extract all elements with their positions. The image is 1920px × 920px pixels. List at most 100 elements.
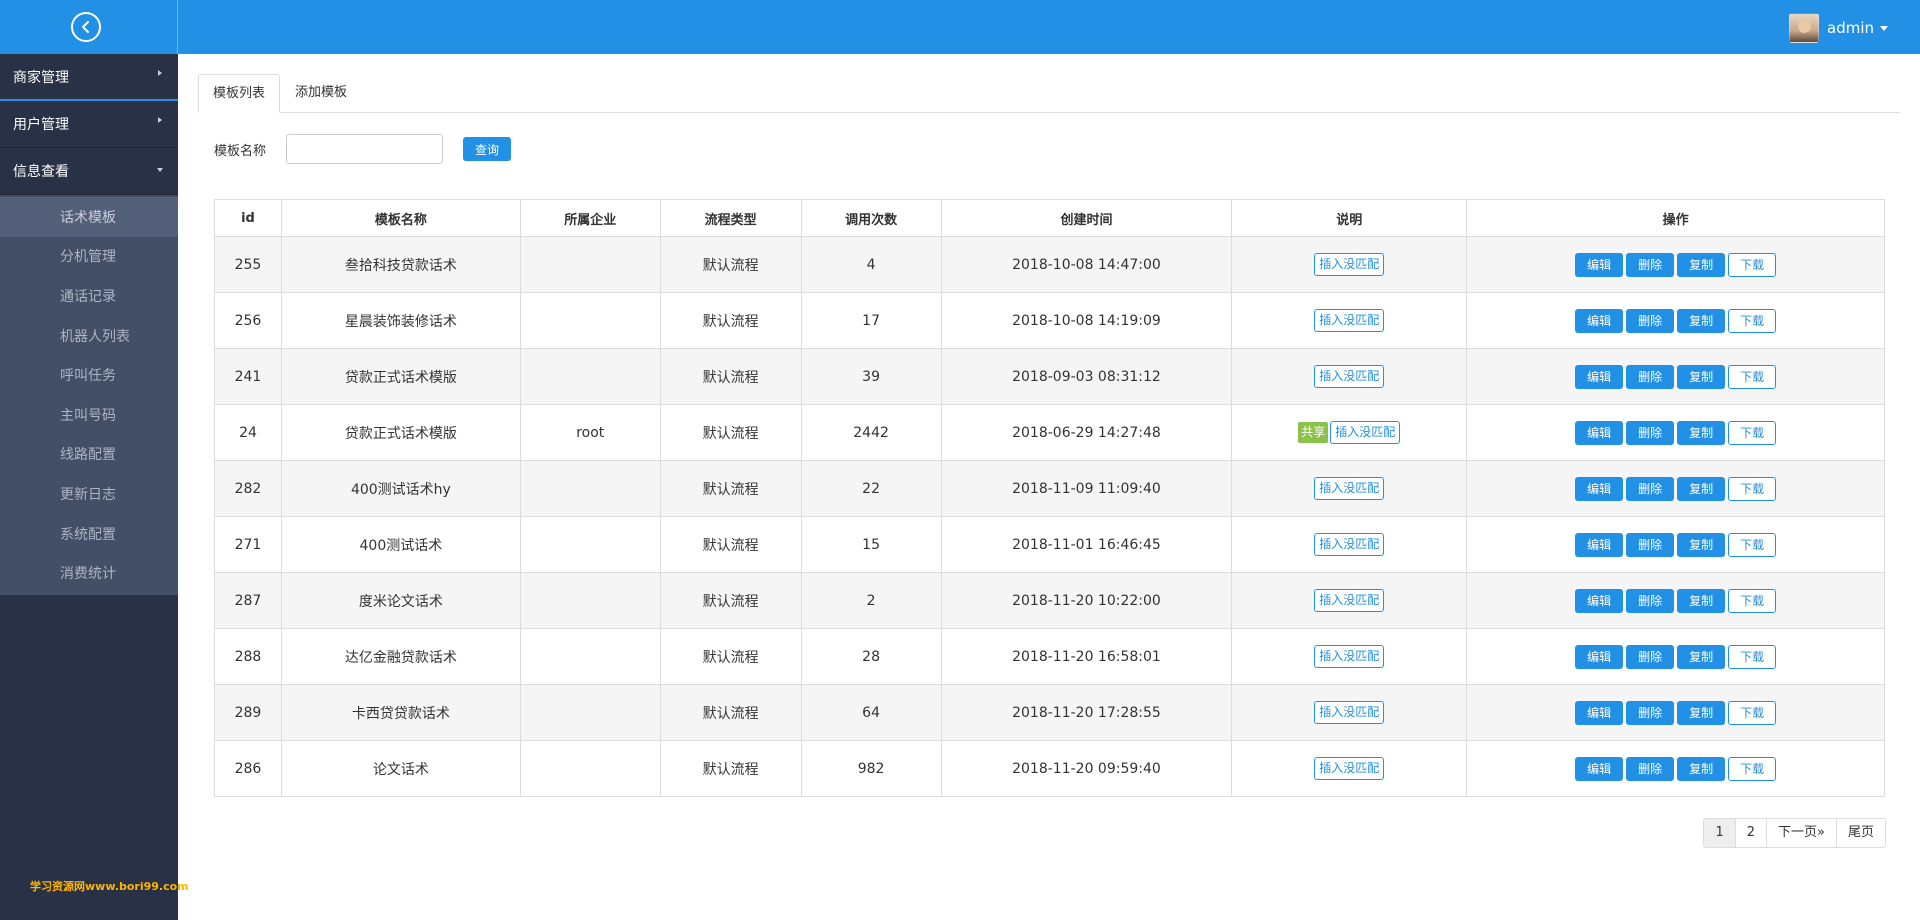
edit-button[interactable]: 编辑 <box>1575 420 1624 445</box>
download-button[interactable]: 下载 <box>1728 644 1777 669</box>
delete-button[interactable]: 删除 <box>1626 252 1675 277</box>
cell-actions: 编辑 删除 复制 下载 <box>1466 460 1885 517</box>
copy-button[interactable]: 复制 <box>1677 644 1726 669</box>
cell-call-count: 22 <box>800 460 942 517</box>
column-header: 所属企业 <box>519 199 661 237</box>
download-button[interactable]: 下载 <box>1728 756 1777 781</box>
copy-button[interactable]: 复制 <box>1677 308 1726 333</box>
edit-button[interactable]: 编辑 <box>1575 756 1624 781</box>
sidebar-group-info[interactable]: 信息查看 <box>0 148 178 195</box>
column-header: 流程类型 <box>659 199 802 237</box>
delete-button[interactable]: 删除 <box>1626 532 1675 557</box>
insert-unmatched-button[interactable]: 插入没匹配 <box>1314 533 1385 556</box>
cell-id: 255 <box>214 236 282 293</box>
download-button[interactable]: 下载 <box>1728 588 1777 613</box>
edit-button[interactable]: 编辑 <box>1575 700 1624 725</box>
delete-button[interactable]: 删除 <box>1626 756 1675 781</box>
insert-unmatched-button[interactable]: 插入没匹配 <box>1314 253 1385 276</box>
cell-call-count: 2442 <box>800 404 942 461</box>
download-button[interactable]: 下载 <box>1728 308 1777 333</box>
sidebar-item-label: 系统配置 <box>60 526 116 543</box>
sidebar-submenu: 话术模板 分机管理 通话记录 机器人列表 呼叫任务 主叫号码 线路配置 更新日志… <box>0 195 178 595</box>
cell-flow-type: 默认流程 <box>659 740 802 797</box>
search-button[interactable]: 查询 <box>463 137 512 161</box>
insert-unmatched-button[interactable]: 插入没匹配 <box>1314 701 1385 724</box>
sidebar-item-extensions[interactable]: 分机管理 <box>0 237 178 277</box>
tab-template-list[interactable]: 模板列表 <box>198 74 280 113</box>
sidebar-group-label: 商家管理 <box>13 69 69 86</box>
sidebar-item-consumption[interactable]: 消费统计 <box>0 553 178 593</box>
sidebar-item-robots[interactable]: 机器人列表 <box>0 316 178 356</box>
edit-button[interactable]: 编辑 <box>1575 588 1624 613</box>
table-row: 286 论文话术 默认流程 982 2018-11-20 09:59:40 插入没匹配 编辑… <box>214 740 1885 797</box>
cell-description: 插入没匹配 <box>1231 628 1468 685</box>
sidebar-item-system-config[interactable]: 系统配置 <box>0 514 178 554</box>
delete-button[interactable]: 删除 <box>1626 588 1675 613</box>
download-button[interactable]: 下载 <box>1728 476 1777 501</box>
edit-button[interactable]: 编辑 <box>1575 252 1624 277</box>
table-row: 255 叁拾科技贷款话术 默认流程 4 2018-10-08 14:47:00 插入没匹配… <box>214 236 1885 293</box>
sidebar-item-changelog[interactable]: 更新日志 <box>0 474 178 514</box>
cell-flow-type: 默认流程 <box>659 348 802 405</box>
tab-add-template[interactable]: 添加模板 <box>295 74 347 113</box>
sidebar-item-templates[interactable]: 话术模板 <box>0 197 178 237</box>
insert-unmatched-button[interactable]: 插入没匹配 <box>1314 589 1385 612</box>
cell-template-name: 贷款正式话术模版 <box>280 348 521 405</box>
download-button[interactable]: 下载 <box>1728 532 1777 557</box>
delete-button[interactable]: 删除 <box>1626 700 1675 725</box>
edit-button[interactable]: 编辑 <box>1575 364 1624 389</box>
last-page-button[interactable]: 尾页 <box>1835 818 1886 848</box>
edit-button[interactable]: 编辑 <box>1575 308 1624 333</box>
copy-button[interactable]: 复制 <box>1677 420 1726 445</box>
cell-description: 插入没匹配 <box>1231 236 1468 293</box>
cell-actions: 编辑 删除 复制 下载 <box>1466 684 1885 741</box>
delete-button[interactable]: 删除 <box>1626 644 1675 669</box>
page-2-button[interactable]: 2 <box>1734 818 1768 848</box>
insert-unmatched-button[interactable]: 插入没匹配 <box>1314 757 1385 780</box>
copy-button[interactable]: 复制 <box>1677 532 1726 557</box>
page-1-button[interactable]: 1 <box>1703 818 1736 848</box>
cell-template-name: 叁拾科技贷款话术 <box>280 236 521 293</box>
sidebar-group-users[interactable]: 用户管理 <box>0 101 178 148</box>
table-row: 288 达亿金融贷款话术 默认流程 28 2018-11-20 16:58:01 插入没匹… <box>214 628 1885 685</box>
edit-button[interactable]: 编辑 <box>1575 476 1624 501</box>
delete-button[interactable]: 删除 <box>1626 420 1675 445</box>
insert-unmatched-button[interactable]: 插入没匹配 <box>1314 645 1385 668</box>
sidebar-item-call-records[interactable]: 通话记录 <box>0 276 178 316</box>
delete-button[interactable]: 删除 <box>1626 364 1675 389</box>
user-menu[interactable]: admin <box>1789 13 1888 43</box>
copy-button[interactable]: 复制 <box>1677 252 1726 277</box>
cell-actions: 编辑 删除 复制 下载 <box>1466 628 1885 685</box>
download-button[interactable]: 下载 <box>1728 420 1777 445</box>
cell-created-time: 2018-11-20 16:58:01 <box>940 628 1233 685</box>
delete-button[interactable]: 删除 <box>1626 476 1675 501</box>
copy-button[interactable]: 复制 <box>1677 756 1726 781</box>
download-button[interactable]: 下载 <box>1728 252 1777 277</box>
sidebar-item-line-config[interactable]: 线路配置 <box>0 435 178 475</box>
cell-id: 288 <box>214 628 282 685</box>
cell-template-name: 度米论文话术 <box>280 572 521 629</box>
insert-unmatched-button[interactable]: 插入没匹配 <box>1330 421 1401 444</box>
sidebar-item-call-tasks[interactable]: 呼叫任务 <box>0 355 178 395</box>
delete-button[interactable]: 删除 <box>1626 308 1675 333</box>
insert-unmatched-button[interactable]: 插入没匹配 <box>1314 309 1385 332</box>
edit-button[interactable]: 编辑 <box>1575 532 1624 557</box>
next-page-button[interactable]: 下一页» <box>1766 818 1837 848</box>
sidebar-item-label: 呼叫任务 <box>60 368 116 385</box>
template-name-input[interactable] <box>286 134 444 164</box>
copy-button[interactable]: 复制 <box>1677 476 1726 501</box>
cell-template-name: 达亿金融贷款话术 <box>280 628 521 685</box>
table-row: 287 度米论文话术 默认流程 2 2018-11-20 10:22:00 插入没匹配 编辑… <box>214 572 1885 629</box>
insert-unmatched-button[interactable]: 插入没匹配 <box>1314 365 1385 388</box>
collapse-sidebar-button[interactable] <box>71 12 101 42</box>
edit-button[interactable]: 编辑 <box>1575 644 1624 669</box>
copy-button[interactable]: 复制 <box>1677 588 1726 613</box>
copy-button[interactable]: 复制 <box>1677 700 1726 725</box>
sidebar-group-merchant[interactable]: 商家管理 <box>0 54 178 101</box>
download-button[interactable]: 下载 <box>1728 364 1777 389</box>
copy-button[interactable]: 复制 <box>1677 364 1726 389</box>
insert-unmatched-button[interactable]: 插入没匹配 <box>1314 477 1385 500</box>
download-button[interactable]: 下载 <box>1728 700 1777 725</box>
cell-company <box>519 460 661 517</box>
sidebar-item-caller-numbers[interactable]: 主叫号码 <box>0 395 178 435</box>
